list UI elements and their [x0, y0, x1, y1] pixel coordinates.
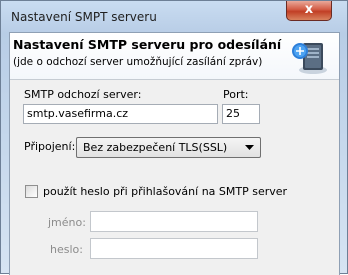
dialog-window: Nastavení SMPT serveru x Nastavení SMTP … [0, 0, 348, 275]
connection-select[interactable]: Bez zabezpečení TLS(SSL) [76, 137, 261, 158]
username-input[interactable] [90, 211, 258, 232]
smtp-server-input[interactable]: smtp.vasefirma.cz [23, 104, 218, 124]
port-input[interactable]: 25 [222, 104, 260, 124]
server-icon [292, 43, 327, 74]
banner-title: Nastavení SMTP serveru pro odesílání [13, 37, 282, 52]
use-password-checkbox[interactable] [25, 185, 38, 198]
password-input[interactable] [90, 238, 258, 259]
close-button[interactable]: x [286, 1, 332, 21]
dialog-client-area: Nastavení SMTP serveru pro odesílání (jd… [9, 32, 340, 275]
smtp-server-label: SMTP odchozí server: [24, 88, 142, 101]
connection-label: Připojení: [24, 140, 76, 153]
banner-subtitle: (jde o odchozí server umožňující zasílán… [13, 56, 263, 68]
chevron-down-icon [245, 145, 254, 150]
port-label: Port: [223, 88, 249, 101]
use-password-label[interactable]: použít heslo při přihlašování na SMTP se… [43, 185, 287, 198]
password-label: heslo: [50, 243, 83, 256]
window-title: Nastavení SMPT serveru [11, 10, 157, 24]
header-banner: Nastavení SMTP serveru pro odesílání (jd… [10, 33, 339, 80]
username-label: jméno: [48, 216, 86, 229]
title-bar[interactable]: Nastavení SMPT serveru x [1, 1, 347, 32]
connection-selected-value: Bez zabezpečení TLS(SSL) [83, 141, 228, 154]
